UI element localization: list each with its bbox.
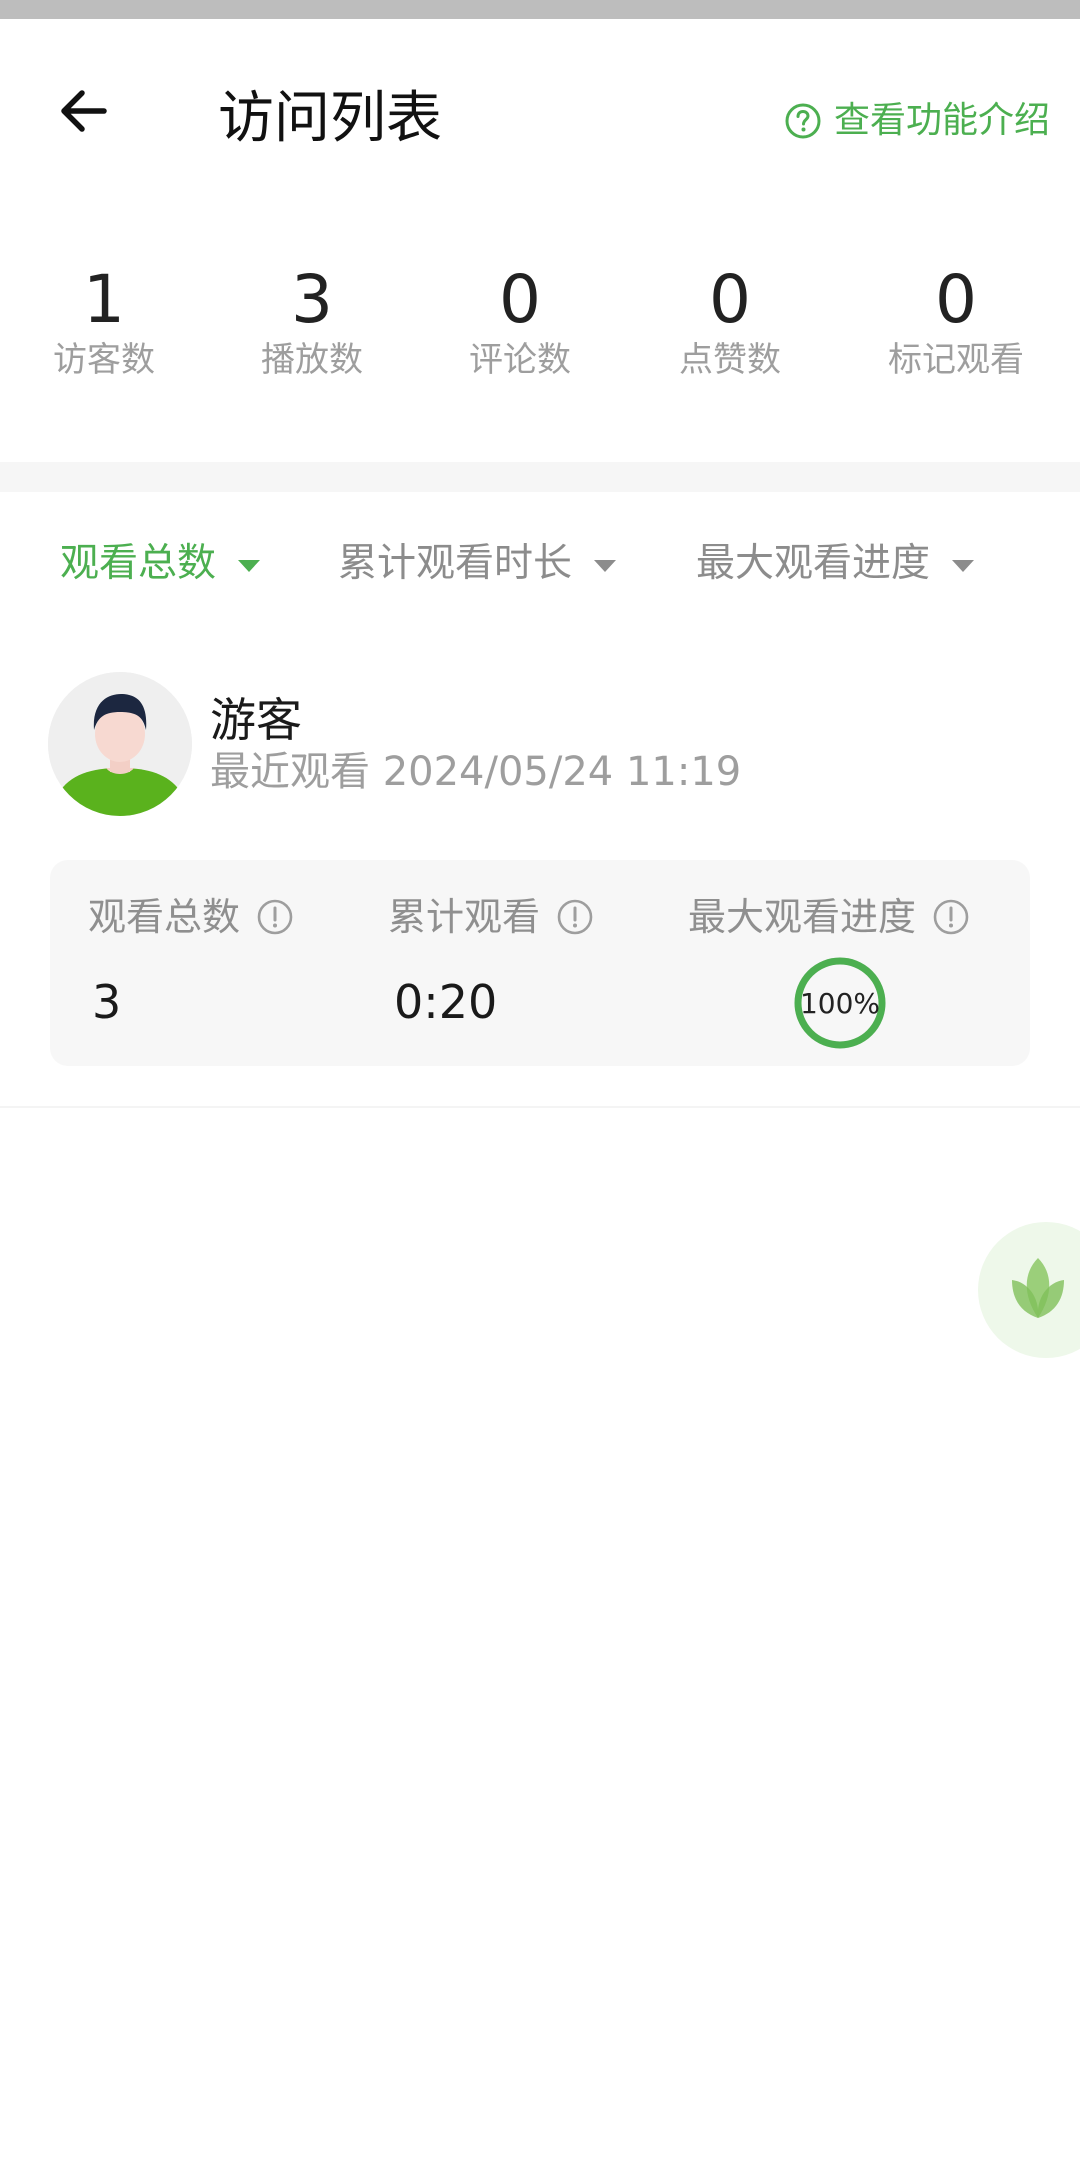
stat-plays: 3 播放数 xyxy=(222,260,402,382)
last-viewed-time: 最近观看 2024/05/24 11:19 xyxy=(210,749,742,795)
stat-label: 标记观看 xyxy=(888,340,1024,380)
lotus-icon xyxy=(1012,1258,1064,1318)
stats-summary: 1 访客数 3 播放数 0 评论数 0 点赞数 0 标记观看 xyxy=(0,260,1080,400)
list-divider xyxy=(0,1106,1080,1108)
stat-label: 播放数 xyxy=(261,340,363,380)
info-circle-icon[interactable] xyxy=(556,898,594,936)
feature-intro-link[interactable]: 查看功能介绍 xyxy=(784,97,1050,145)
stat-comments: 0 评论数 xyxy=(430,260,610,382)
floating-assistant-button[interactable] xyxy=(978,1222,1080,1358)
stat-value: 3 xyxy=(291,261,333,338)
visitor-metrics-card: 观看总数 3 累计观看 0:20 最大观看进度 100% xyxy=(50,860,1030,1066)
question-circle-icon xyxy=(785,103,821,139)
status-bar xyxy=(0,0,1080,19)
filter-label: 观看总数 xyxy=(60,541,217,586)
filter-max-progress[interactable]: 最大观看进度 xyxy=(696,532,975,596)
stat-visitors: 1 访客数 xyxy=(14,260,194,382)
info-circle-icon[interactable] xyxy=(256,898,294,936)
stat-marked: 0 标记观看 xyxy=(866,260,1046,382)
metric-label: 累计观看 xyxy=(388,895,541,939)
arrow-left-icon xyxy=(61,90,107,132)
stat-value: 0 xyxy=(709,261,751,338)
stat-value: 0 xyxy=(499,261,541,338)
caret-down-icon xyxy=(952,560,975,572)
visitor-name: 游客 xyxy=(210,693,302,747)
section-divider xyxy=(0,462,1080,492)
page-title: 访问列表 xyxy=(218,86,442,151)
caret-down-icon xyxy=(238,560,261,572)
metric-label-max-progress: 最大观看进度 xyxy=(688,890,970,944)
metric-value-cumulative: 0:20 xyxy=(394,975,498,1029)
stat-value: 0 xyxy=(935,261,977,338)
filter-total-duration[interactable]: 累计观看时长 xyxy=(338,532,617,596)
feature-intro-label: 查看功能介绍 xyxy=(833,100,1050,141)
filter-total-views[interactable]: 观看总数 xyxy=(60,532,261,596)
sort-filter-bar: 观看总数 累计观看时长 最大观看进度 xyxy=(0,532,1080,602)
max-progress-ring: 100% xyxy=(792,955,888,1051)
avatar[interactable] xyxy=(48,672,192,816)
stat-label: 评论数 xyxy=(469,340,571,380)
metric-value-total-views: 3 xyxy=(92,975,122,1029)
stat-likes: 0 点赞数 xyxy=(640,260,820,382)
back-button[interactable] xyxy=(48,75,120,147)
metric-label-cumulative: 累计观看 xyxy=(388,890,594,944)
stat-label: 点赞数 xyxy=(679,340,781,380)
metric-label: 最大观看进度 xyxy=(688,895,917,939)
stat-label: 访客数 xyxy=(53,340,155,380)
filter-label: 累计观看时长 xyxy=(338,541,573,586)
filter-label: 最大观看进度 xyxy=(696,541,931,586)
metric-label-total-views: 观看总数 xyxy=(88,890,294,944)
info-circle-icon[interactable] xyxy=(932,898,970,936)
progress-percent: 100% xyxy=(799,986,881,1020)
user-avatar-icon xyxy=(48,672,192,816)
metric-label: 观看总数 xyxy=(88,895,241,939)
top-app-bar: 访问列表 查看功能介绍 xyxy=(0,19,1080,189)
caret-down-icon xyxy=(594,560,617,572)
stat-value: 1 xyxy=(83,261,125,338)
